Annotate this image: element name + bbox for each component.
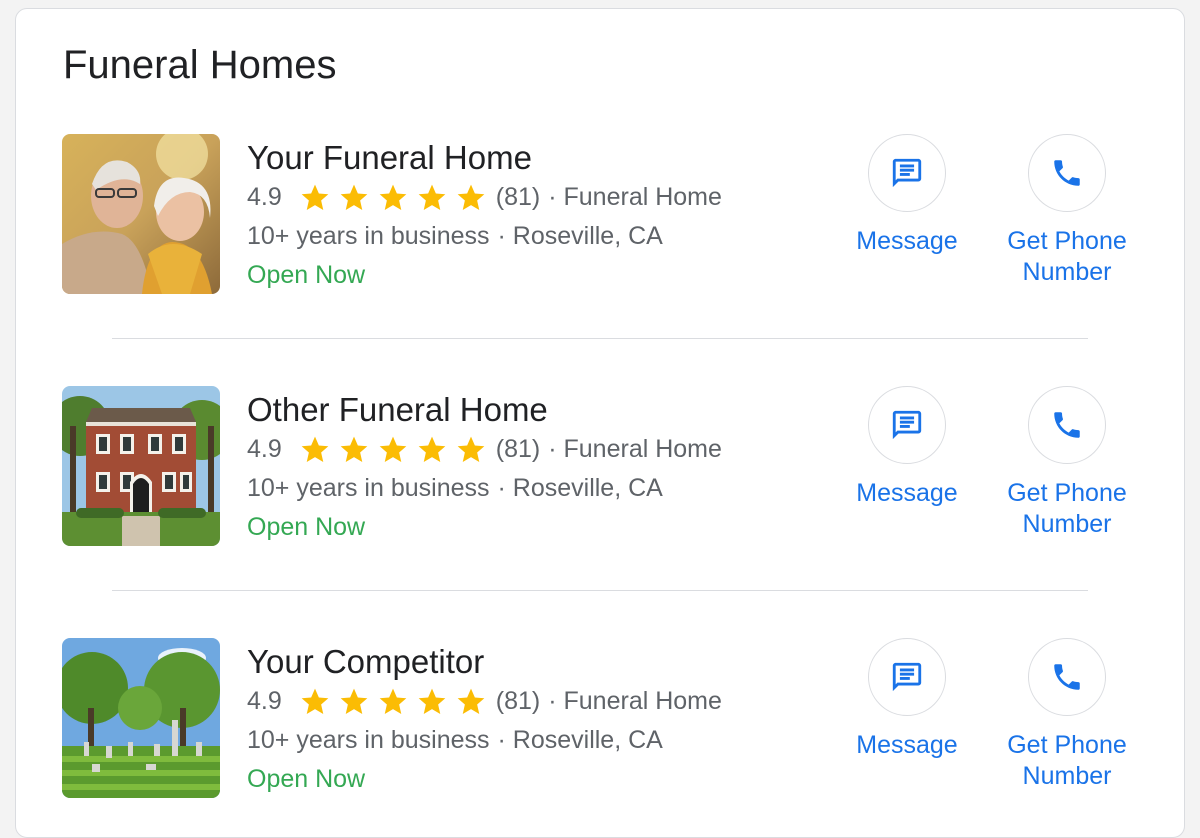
business-line: 10+ years in business · Roseville, CA: [247, 721, 722, 760]
cemetery-photo: [62, 638, 220, 798]
rating-value: 4.9: [247, 687, 282, 715]
divider: [112, 338, 1088, 339]
rating-value: 4.9: [247, 183, 282, 211]
open-status: Open Now: [247, 765, 366, 793]
star-rating: [298, 182, 488, 214]
open-status: Open Now: [247, 513, 366, 541]
star-icon: [340, 436, 368, 462]
star-icon: [418, 184, 446, 210]
star-icon: [418, 688, 446, 714]
brick-building-photo: [62, 386, 220, 546]
star-rating: [298, 686, 488, 718]
location-label: · Roseville, CA: [497, 474, 663, 502]
phone-icon-button[interactable]: [1028, 386, 1106, 464]
listing-photo[interactable]: [62, 386, 220, 546]
message-label[interactable]: Message: [856, 730, 957, 761]
get-phone-number-button[interactable]: Get Phone Number: [992, 134, 1142, 288]
rating-line: 4.9 (81) · Funeral Home: [247, 178, 722, 217]
open-status: Open Now: [247, 261, 366, 289]
review-count[interactable]: (81): [496, 682, 540, 721]
review-count[interactable]: (81): [496, 178, 540, 217]
message-icon-button[interactable]: [868, 638, 946, 716]
years-in-business: 10+ years in business: [247, 222, 490, 250]
message-button[interactable]: Message: [832, 134, 982, 257]
message-label[interactable]: Message: [856, 478, 957, 509]
message-icon: [892, 410, 922, 440]
message-icon-button[interactable]: [868, 134, 946, 212]
years-in-business: 10+ years in business: [247, 726, 490, 754]
category-label: · Funeral Home: [548, 435, 722, 463]
message-button[interactable]: Message: [832, 386, 982, 509]
listing-name[interactable]: Other Funeral Home: [247, 390, 722, 430]
star-rating: [298, 434, 488, 466]
business-line: 10+ years in business · Roseville, CA: [247, 217, 722, 256]
phone-icon: [1054, 664, 1080, 690]
star-icon: [457, 688, 485, 714]
star-icon: [301, 688, 329, 714]
message-icon: [892, 158, 922, 188]
listing-name[interactable]: Your Funeral Home: [247, 138, 722, 178]
star-icon: [340, 688, 368, 714]
phone-label[interactable]: Get Phone Number: [992, 226, 1142, 288]
star-icon: [418, 436, 446, 462]
star-icon: [301, 436, 329, 462]
star-icon: [340, 184, 368, 210]
listing-photo[interactable]: [62, 638, 220, 798]
message-icon-button[interactable]: [868, 386, 946, 464]
category-label: · Funeral Home: [548, 183, 722, 211]
message-icon: [892, 662, 922, 692]
rating-line: 4.9 (81) · Funeral Home: [247, 430, 722, 469]
listing-item[interactable]: Your Funeral Home 4.9 (81) · Funeral Hom…: [16, 134, 1186, 304]
star-icon: [379, 184, 407, 210]
funeral-homes-panel: Funeral Homes Your Funeral Home 4.9 (81)…: [15, 8, 1185, 838]
panel-title: Funeral Homes: [63, 43, 337, 87]
rating-line: 4.9 (81) · Funeral Home: [247, 682, 722, 721]
phone-icon: [1054, 412, 1080, 438]
message-button[interactable]: Message: [832, 638, 982, 761]
star-icon: [379, 436, 407, 462]
review-count[interactable]: (81): [496, 430, 540, 469]
listing-photo[interactable]: [62, 134, 220, 294]
rating-value: 4.9: [247, 435, 282, 463]
years-in-business: 10+ years in business: [247, 474, 490, 502]
message-label[interactable]: Message: [856, 226, 957, 257]
phone-icon: [1054, 160, 1080, 186]
phone-label[interactable]: Get Phone Number: [992, 730, 1142, 792]
star-icon: [301, 184, 329, 210]
divider: [112, 590, 1088, 591]
get-phone-number-button[interactable]: Get Phone Number: [992, 638, 1142, 792]
phone-icon-button[interactable]: [1028, 134, 1106, 212]
listing-item[interactable]: Other Funeral Home 4.9 (81) · Funeral Ho…: [16, 386, 1186, 556]
business-line: 10+ years in business · Roseville, CA: [247, 469, 722, 508]
location-label: · Roseville, CA: [497, 726, 663, 754]
star-icon: [457, 436, 485, 462]
phone-label[interactable]: Get Phone Number: [992, 478, 1142, 540]
listing-info: Your Competitor 4.9 (81) · Funeral Home …: [247, 642, 722, 799]
listing-name[interactable]: Your Competitor: [247, 642, 722, 682]
location-label: · Roseville, CA: [497, 222, 663, 250]
category-label: · Funeral Home: [548, 687, 722, 715]
phone-icon-button[interactable]: [1028, 638, 1106, 716]
elderly-couple-photo: [62, 134, 220, 294]
star-icon: [379, 688, 407, 714]
star-icon: [457, 184, 485, 210]
listing-item[interactable]: Your Competitor 4.9 (81) · Funeral Home …: [16, 638, 1186, 808]
listing-info: Your Funeral Home 4.9 (81) · Funeral Hom…: [247, 138, 722, 295]
listing-info: Other Funeral Home 4.9 (81) · Funeral Ho…: [247, 390, 722, 547]
get-phone-number-button[interactable]: Get Phone Number: [992, 386, 1142, 540]
